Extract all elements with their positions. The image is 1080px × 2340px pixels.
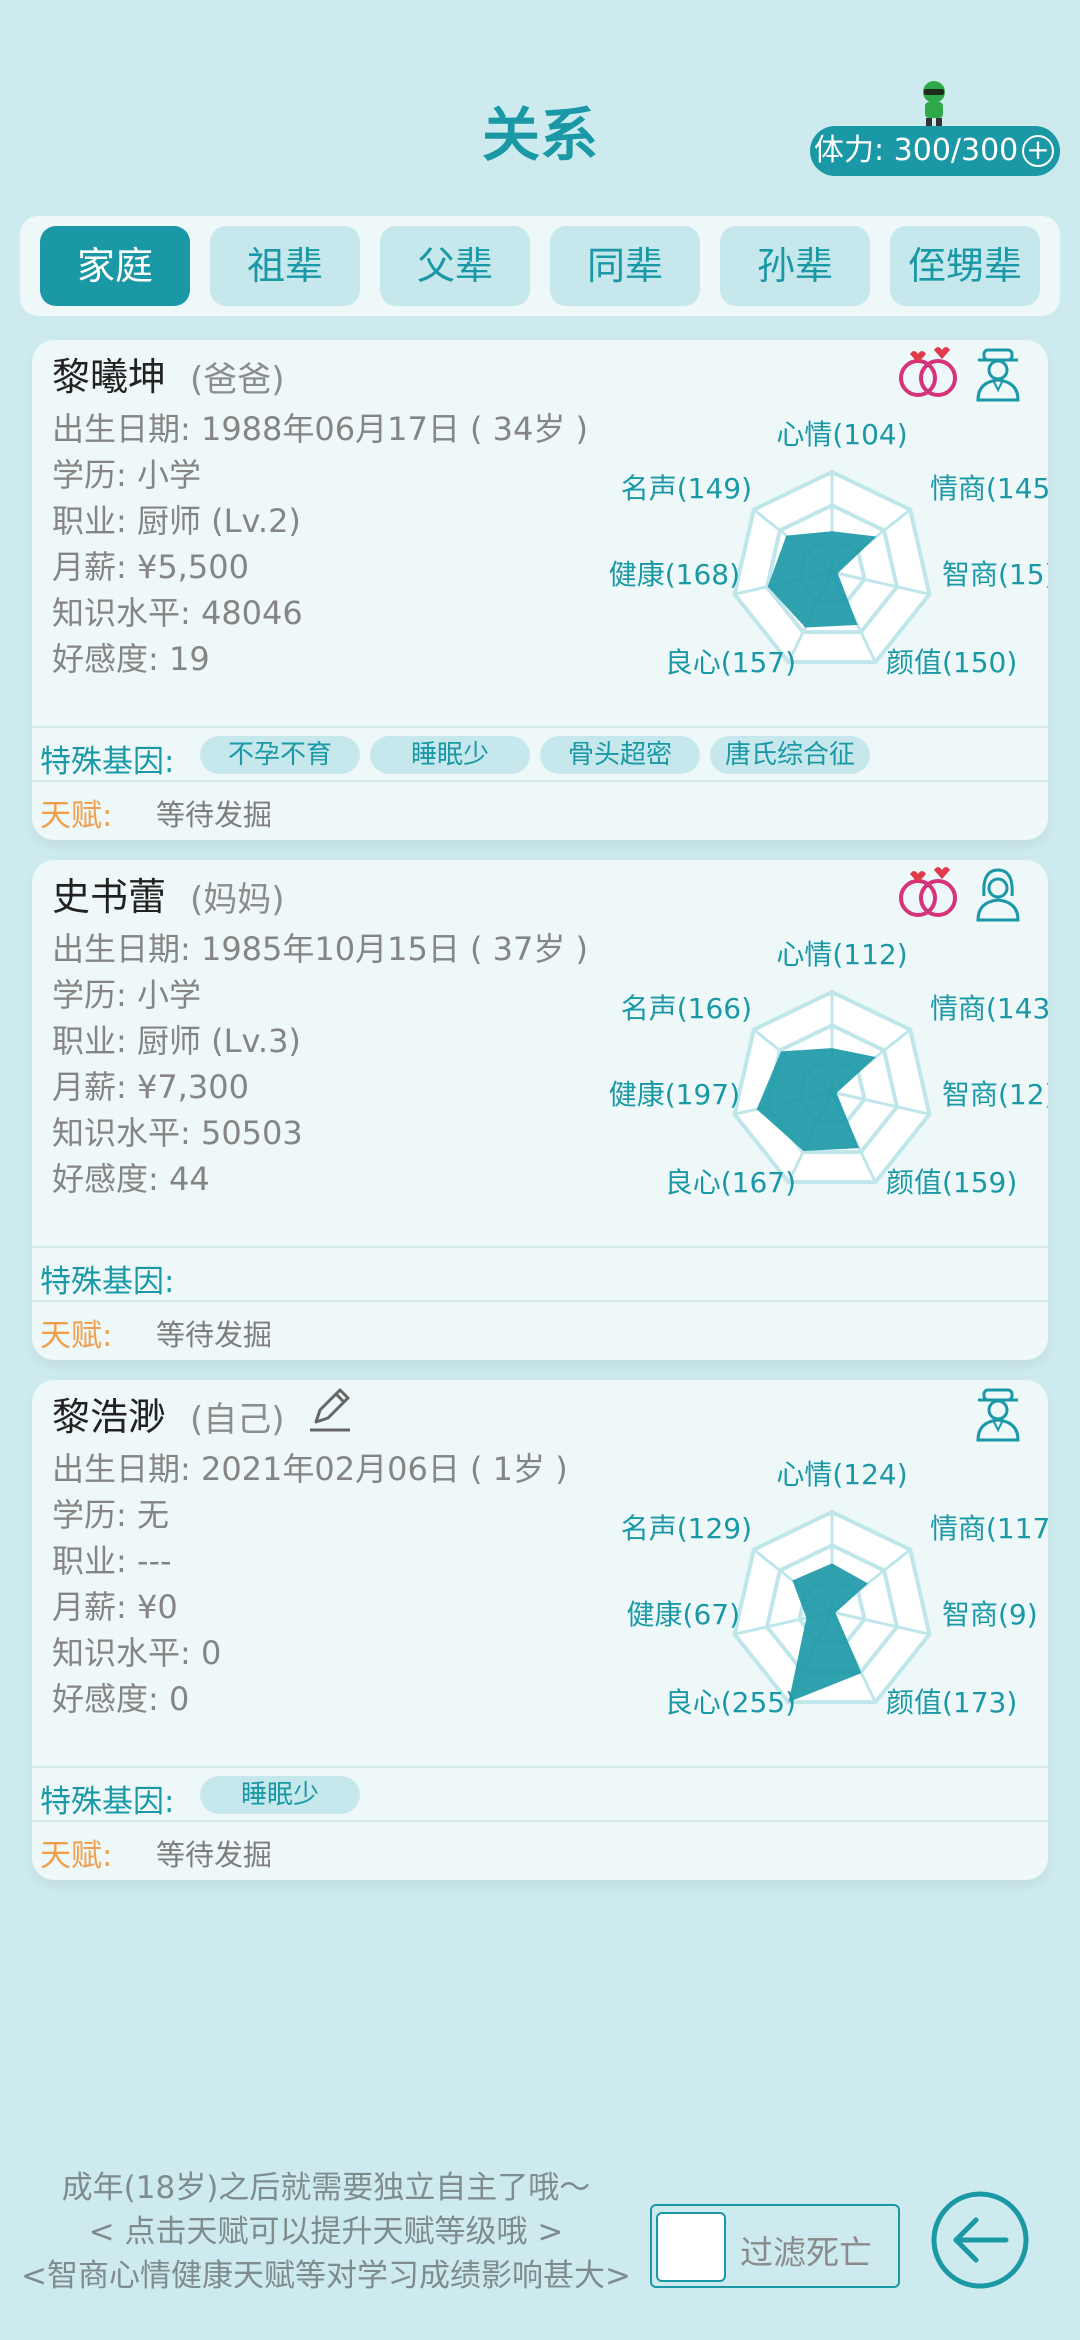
education: 学历: 小学 (52, 456, 201, 494)
knowledge-level: 知识水平: 48046 (52, 594, 303, 632)
checkbox-box[interactable] (656, 2212, 726, 2282)
birth-date: 出生日期: 1985年10月15日 ( 37岁 ) (52, 930, 589, 968)
occupation: 职业: 厨师 (Lv.2) (52, 502, 301, 540)
stat-looks: 颜值(159) (886, 1166, 1017, 1199)
filter-dead-label: 过滤死亡 (740, 2233, 872, 2272)
occupation: 职业: 厨师 (Lv.3) (52, 1022, 301, 1060)
gene-label: 特殊基因: (40, 1784, 175, 1820)
person-name: 史书蕾 (52, 875, 167, 919)
person-name: 黎曦坤 (52, 355, 167, 399)
salary: 月薪: ¥5,500 (52, 548, 249, 586)
birth-date: 出生日期: 2021年02月06日 ( 1岁 ) (52, 1450, 568, 1488)
person-info: 出生日期: 2021年02月06日 ( 1岁 ) 学历: 无 职业: --- 月… (52, 1446, 568, 1722)
favorability: 好感度: 0 (52, 1680, 190, 1718)
stats-radar-chart: 心情(112) 情商(143) 智商(12) 颜值(159) 良心(167) 健… (609, 938, 1048, 1199)
occupation: 职业: --- (52, 1542, 172, 1580)
male-avatar-icon (976, 348, 1020, 402)
person-card-father[interactable]: 黎曦坤 (爸爸) 出生日期: 1988年06月17日 ( 34岁 ) 学历: 小… (32, 340, 1048, 840)
birth-date: 出生日期: 1988年06月17日 ( 34岁 ) (52, 410, 589, 448)
talent-value[interactable]: 等待发掘 (156, 1832, 272, 1874)
stamina-label: 体力: 300/300 (814, 133, 1019, 168)
stat-health: 健康(168) (609, 558, 740, 591)
person-relation: (爸爸) (190, 360, 285, 400)
stat-iq: 智商(9) (942, 1598, 1038, 1631)
talent-value[interactable]: 等待发掘 (156, 792, 272, 834)
talent-value[interactable]: 等待发掘 (156, 1312, 272, 1354)
salary: 月薪: ¥0 (52, 1588, 178, 1626)
stat-conscience: 良心(157) (665, 646, 796, 679)
stat-eq: 情商(145) (930, 472, 1048, 505)
tab-grandparents[interactable]: 祖辈 (210, 226, 360, 306)
stat-health: 健康(67) (627, 1598, 740, 1631)
stat-mood: 心情(112) (776, 938, 907, 971)
salary: 月薪: ¥7,300 (52, 1068, 249, 1106)
knowledge-level: 知识水平: 50503 (52, 1114, 303, 1152)
talent-row[interactable]: 天赋: 等待发掘 (32, 1304, 1048, 1354)
talent-label: 天赋: (40, 1318, 113, 1354)
person-card-mother[interactable]: 史书蕾 (妈妈) 出生日期: 1985年10月15日 ( 37岁 ) 学历: 小… (32, 860, 1048, 1360)
stat-iq: 智商(12) (942, 1078, 1048, 1111)
stat-eq: 情商(143) (930, 992, 1048, 1025)
gene-tag[interactable]: 睡眠少 (200, 1776, 360, 1814)
stats-radar-chart: 心情(104) 情商(145) 智商(15) 颜值(150) 良心(157) 健… (609, 418, 1048, 679)
stats-radar-chart: 心情(124) 情商(117) 智商(9) 颜值(173) 良心(255) 健康… (621, 1458, 1048, 1719)
stamina-badge[interactable]: 体力: 300/300 + (810, 126, 1060, 176)
tab-parents[interactable]: 父辈 (380, 226, 530, 306)
talent-label: 天赋: (40, 798, 113, 834)
married-rings-icon (899, 867, 957, 917)
hint-line: < 点击天赋可以提升天赋等级哦 > (88, 2214, 564, 2250)
person-name: 黎浩渺 (52, 1395, 167, 1439)
stat-looks: 颜值(173) (886, 1686, 1017, 1719)
gene-tag[interactable]: 不孕不育 (200, 736, 360, 774)
gene-label: 特殊基因: (40, 1264, 175, 1300)
knowledge-level: 知识水平: 0 (52, 1634, 222, 1672)
stat-conscience: 良心(255) (665, 1686, 796, 1719)
edit-pencil-icon[interactable] (308, 1386, 352, 1432)
gene-tag[interactable]: 唐氏综合征 (710, 736, 870, 774)
tab-family[interactable]: 家庭 (40, 226, 190, 306)
special-genes-row: 特殊基因: 不孕不育 睡眠少 骨头超密 唐氏综合征 (32, 726, 1048, 782)
favorability: 好感度: 44 (52, 1160, 210, 1198)
married-rings-icon (899, 347, 957, 397)
tab-nephews[interactable]: 侄甥辈 (890, 226, 1040, 306)
stat-conscience: 良心(167) (665, 1166, 796, 1199)
gene-label: 特殊基因: (40, 744, 175, 780)
back-arrow-icon[interactable] (930, 2190, 1030, 2290)
person-card-self[interactable]: 黎浩渺 (自己) 出生日期: 2021年02月06日 ( 1岁 ) 学历: 无 … (32, 1380, 1048, 1880)
gene-tag[interactable]: 睡眠少 (370, 736, 530, 774)
gene-tag[interactable]: 骨头超密 (540, 736, 700, 774)
talent-row[interactable]: 天赋: 等待发掘 (32, 1824, 1048, 1874)
person-relation: (自己) (190, 1400, 285, 1440)
player-avatar-icon[interactable] (912, 78, 956, 130)
special-genes-row: 特殊基因: (32, 1246, 1048, 1302)
stat-eq: 情商(117) (930, 1512, 1048, 1545)
tab-grandchildren[interactable]: 孙辈 (720, 226, 870, 306)
hint-line: 成年(18岁)之后就需要独立自主了哦～ (61, 2170, 591, 2206)
filter-dead-checkbox[interactable]: 过滤死亡 (650, 2204, 900, 2288)
stat-iq: 智商(15) (942, 558, 1048, 591)
stat-health: 健康(197) (609, 1078, 740, 1111)
stat-fame: 名声(129) (621, 1512, 752, 1545)
stat-fame: 名声(149) (621, 472, 752, 505)
education: 学历: 小学 (52, 976, 201, 1014)
add-stamina-icon[interactable]: + (1022, 135, 1054, 167)
tab-peers[interactable]: 同辈 (550, 226, 700, 306)
stat-mood: 心情(124) (776, 1458, 907, 1491)
education: 学历: 无 (52, 1496, 169, 1534)
talent-label: 天赋: (40, 1838, 113, 1874)
female-avatar-icon (976, 868, 1020, 922)
male-avatar-icon (976, 1388, 1020, 1442)
hint-line: <智商心情健康天赋等对学习成绩影响甚大> (21, 2258, 631, 2294)
special-genes-row: 特殊基因: 睡眠少 (32, 1766, 1048, 1822)
stat-fame: 名声(166) (621, 992, 752, 1025)
favorability: 好感度: 19 (52, 640, 210, 678)
stat-looks: 颜值(150) (886, 646, 1017, 679)
person-info: 出生日期: 1988年06月17日 ( 34岁 ) 学历: 小学 职业: 厨师 … (52, 406, 588, 682)
stat-mood: 心情(104) (776, 418, 907, 451)
relation-tabs: 家庭 祖辈 父辈 同辈 孙辈 侄甥辈 (20, 216, 1060, 316)
talent-row[interactable]: 天赋: 等待发掘 (32, 784, 1048, 834)
person-relation: (妈妈) (190, 880, 285, 920)
person-info: 出生日期: 1985年10月15日 ( 37岁 ) 学历: 小学 职业: 厨师 … (52, 926, 588, 1202)
